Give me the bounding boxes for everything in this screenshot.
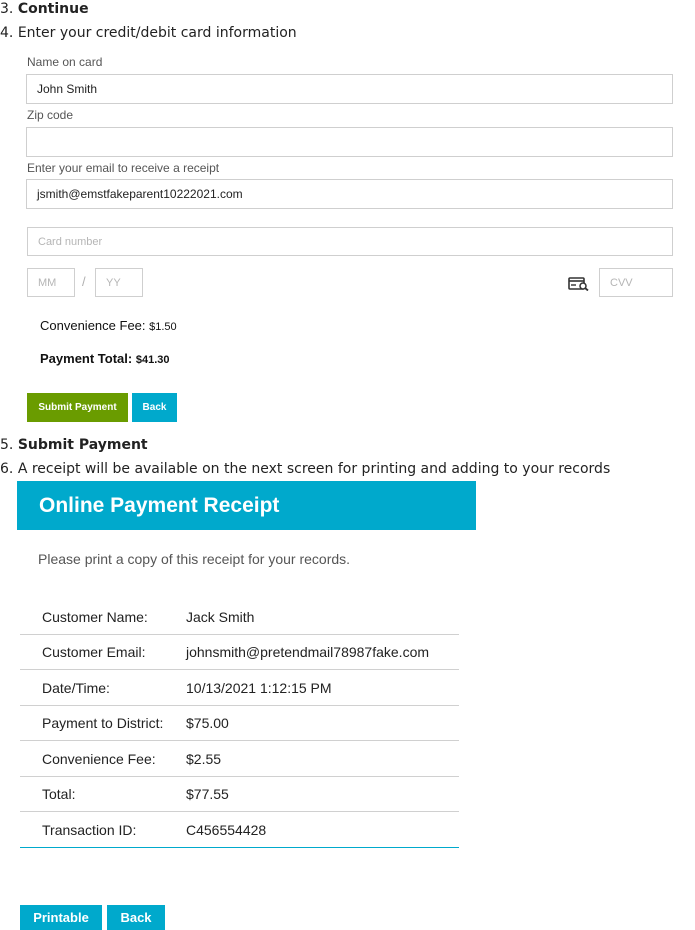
name-on-card-field[interactable]: John Smith (26, 74, 673, 104)
row-value: johnsmith@pretendmail78987fake.com (186, 644, 430, 660)
table-row: Payment to District: $75.00 (20, 706, 459, 741)
step-text: Submit Payment (17, 437, 148, 453)
step-number: 6. (0, 461, 14, 477)
expiry-year-field[interactable]: YY (95, 268, 143, 297)
payment-total: Payment Total: $41.30 (40, 351, 170, 366)
expiry-year-placeholder: YY (106, 276, 121, 289)
step-number: 4. (0, 25, 14, 41)
row-label: Payment to District: (42, 715, 164, 731)
expiry-separator: / (82, 274, 86, 289)
row-label: Customer Name: (42, 609, 148, 625)
zip-code-field[interactable] (26, 127, 673, 157)
zip-code-label: Zip code (27, 108, 74, 122)
row-label: Transaction ID: (42, 822, 137, 838)
table-row: Total: $77.55 (20, 777, 459, 812)
name-on-card-value: John Smith (37, 82, 98, 96)
receipt-note: Please print a copy of this receipt for … (38, 551, 351, 567)
step-text: A receipt will be available on the next … (17, 461, 611, 477)
back-button[interactable]: Back (132, 393, 177, 422)
row-value: Jack Smith (186, 609, 255, 625)
table-row: Customer Name: Jack Smith (20, 600, 459, 635)
card-info-icon[interactable] (568, 276, 590, 292)
receipt-header: Online Payment Receipt (17, 481, 476, 530)
card-number-field[interactable]: Card number (27, 227, 673, 256)
step-number: 5. (0, 437, 14, 453)
expiry-month-field[interactable]: MM (27, 268, 75, 297)
convenience-fee-value: $1.50 (149, 321, 177, 333)
row-value: $77.55 (186, 786, 229, 802)
step-5: 5. Submit Payment (0, 436, 148, 454)
receipt-table: Customer Name: Jack Smith Customer Email… (20, 600, 459, 850)
email-value: jsmith@emstfakeparent10222021.com (37, 187, 243, 201)
receipt-back-button[interactable]: Back (107, 905, 165, 930)
cvv-placeholder: CVV (610, 276, 633, 289)
email-label: Enter your email to receive a receipt (27, 161, 220, 175)
expiry-month-placeholder: MM (38, 276, 57, 289)
table-row: Customer Email: johnsmith@pretendmail789… (20, 635, 459, 670)
name-on-card-label: Name on card (27, 55, 103, 69)
step-text: Enter your credit/debit card information (17, 25, 297, 41)
submit-payment-button[interactable]: Submit Payment (27, 393, 128, 422)
row-value: $2.55 (186, 751, 222, 767)
email-field[interactable]: jsmith@emstfakeparent10222021.com (26, 179, 673, 209)
table-row: Convenience Fee: $2.55 (20, 742, 459, 777)
receipt-title: Online Payment Receipt (39, 493, 280, 517)
payment-total-label: Payment Total: (40, 351, 133, 366)
convenience-fee-label: Convenience Fee: (40, 318, 146, 333)
row-label: Customer Email: (42, 644, 146, 660)
step-number: 3. (0, 1, 14, 17)
table-row: Date/Time: 10/13/2021 1:12:15 PM (20, 671, 459, 706)
convenience-fee: Convenience Fee: $1.50 (40, 318, 177, 333)
card-number-placeholder: Card number (38, 235, 103, 248)
row-value: $75.00 (186, 715, 229, 731)
printable-button[interactable]: Printable (20, 905, 102, 930)
row-label: Date/Time: (42, 680, 110, 696)
row-label: Total: (42, 786, 76, 802)
step-4: 4. Enter your credit/debit card informat… (0, 24, 297, 42)
cvv-field[interactable]: CVV (599, 268, 673, 297)
row-label: Convenience Fee: (42, 751, 156, 767)
row-value: C456554428 (186, 822, 267, 838)
step-6: 6. A receipt will be available on the ne… (0, 460, 610, 478)
step-text: Continue (17, 1, 89, 17)
step-3: 3. Continue (0, 0, 89, 18)
row-value: 10/13/2021 1:12:15 PM (186, 680, 332, 696)
table-row: Transaction ID: C456554428 (20, 813, 459, 848)
payment-total-value: $41.30 (135, 354, 170, 366)
